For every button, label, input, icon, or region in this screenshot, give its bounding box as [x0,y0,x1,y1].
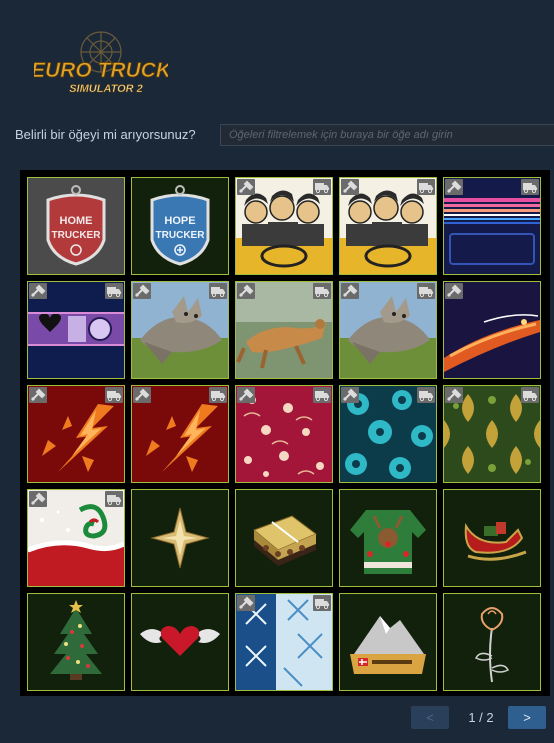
tool-icon [29,491,47,507]
inventory-slot-teal-snowflake-paintjob[interactable] [339,385,437,483]
inventory-slot-chocolate-box-item[interactable] [235,489,333,587]
truck-icon [417,179,435,195]
tool-icon [445,179,463,195]
truck-icon [313,595,331,611]
inventory-slot-green-damask-paintjob[interactable] [443,385,541,483]
truck-icon [209,387,227,403]
inventory-grid: HOME TRUCKER HOPE TRUCKER [27,177,541,691]
search-input[interactable] [220,124,554,146]
tool-icon [133,283,151,299]
truck-icon [417,283,435,299]
rose-item-image [444,594,540,690]
inventory-slot-comic-truckers-paintjob[interactable] [235,177,333,275]
tool-icon [29,387,47,403]
reindeer-sweater-item-image [340,490,436,586]
tool-icon [445,387,463,403]
next-page-button[interactable]: > [508,706,546,729]
matterhorn-item-image [340,594,436,690]
sleigh-item-image [444,490,540,586]
inventory-slot-red-explosion-paintjob-2[interactable] [131,385,229,483]
christmas-tree-item-image [28,594,124,690]
svg-text:TRUCKER: TRUCKER [52,230,102,241]
inventory-slot-neon-stripes-paintjob[interactable] [443,177,541,275]
inventory-slot-wolves-paintjob[interactable] [131,281,229,379]
truck-icon [105,283,123,299]
inventory-slot-lynx-paintjob[interactable] [235,281,333,379]
truck-icon [521,387,539,403]
inventory-slot-golden-star-ornament[interactable] [131,489,229,587]
logo-line2: SIMULATOR 2 [69,83,143,95]
truck-icon [417,387,435,403]
inventory-slot-reindeer-sweater-item[interactable] [339,489,437,587]
tool-icon [237,179,255,195]
inventory-slot-hearts-paintjob[interactable] [27,281,125,379]
tool-icon [237,283,255,299]
truck-icon [105,491,123,507]
chocolate-box-item-image [236,490,332,586]
svg-text:TRUCKER: TRUCKER [156,230,206,241]
tool-icon [237,595,255,611]
inventory-slot-red-explosion-paintjob[interactable] [27,385,125,483]
inventory-panel: HOME TRUCKER HOPE TRUCKER [20,170,550,696]
svg-text:HOME: HOME [60,215,93,227]
truck-icon [313,387,331,403]
pagination: < 1 / 2 > [0,706,554,730]
home-trucker-badge-image: HOME TRUCKER [28,178,124,274]
truck-icon [521,179,539,195]
page-indicator: 1 / 2 [468,710,494,725]
tool-icon [341,179,359,195]
search-label: Belirli bir öğeyi mi arıyorsunuz? [15,127,196,142]
inventory-slot-matterhorn-item[interactable] [339,593,437,691]
tool-icon [341,387,359,403]
tool-icon [237,387,255,403]
inventory-slot-home-trucker-badge[interactable]: HOME TRUCKER [27,177,125,275]
truck-icon [313,179,331,195]
inventory-slot-wolves-paintjob-2[interactable] [339,281,437,379]
inventory-slot-rose-item[interactable] [443,593,541,691]
inventory-slot-red-floral-paintjob[interactable] [235,385,333,483]
inventory-slot-blue-frost-paintjob[interactable] [235,593,333,691]
inventory-slot-comet-paintjob[interactable] [443,281,541,379]
tool-icon [445,283,463,299]
inventory-slot-christmas-tree-item[interactable] [27,593,125,691]
inventory-slot-hope-trucker-badge[interactable]: HOPE TRUCKER [131,177,229,275]
truck-icon [209,283,227,299]
winged-heart-item-image [132,594,228,690]
truck-icon [313,283,331,299]
svg-text:HOPE: HOPE [164,215,195,227]
tool-icon [133,387,151,403]
tool-icon [341,283,359,299]
prev-page-button[interactable]: < [411,706,449,729]
golden-star-ornament-image [132,490,228,586]
game-logo: EURO TRUCK SIMULATOR 2 [34,30,168,102]
tool-icon [29,283,47,299]
inventory-slot-sleigh-item[interactable] [443,489,541,587]
logo-line1: EURO TRUCK [34,59,168,82]
inventory-slot-comic-truckers-paintjob-2[interactable] [339,177,437,275]
truck-icon [105,387,123,403]
inventory-slot-santa-wave-paintjob[interactable] [27,489,125,587]
inventory-slot-winged-heart-item[interactable] [131,593,229,691]
hope-trucker-badge-image: HOPE TRUCKER [132,178,228,274]
